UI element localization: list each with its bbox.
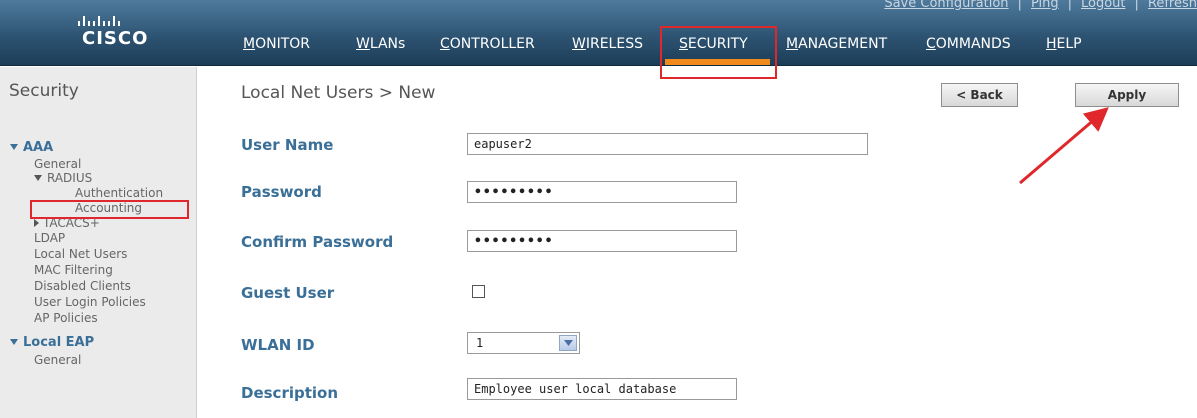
security-tab-highlight-box <box>660 26 777 79</box>
description-label: Description <box>241 384 339 402</box>
wlan-id-selected-value: 1 <box>476 336 484 350</box>
ping-link[interactable]: Ping <box>1031 0 1059 11</box>
local-net-users-highlight-box <box>30 200 189 219</box>
sidebar-item-label: Local EAP <box>23 335 95 350</box>
sidebar-item-disabled-clients[interactable]: Disabled Clients <box>34 279 131 293</box>
nav-commands[interactable]: COMMANDS <box>926 36 1011 52</box>
nav-wireless[interactable]: WIRELESS <box>572 36 643 52</box>
description-input[interactable]: Employee user local database <box>467 378 737 400</box>
page-title: Local Net Users > New <box>241 83 436 103</box>
sidebar-item-local-eap[interactable]: Local EAP <box>10 335 94 350</box>
sidebar-item-aaa[interactable]: AAA <box>10 140 53 155</box>
nav-controller[interactable]: CONTROLLER <box>440 36 535 52</box>
nav-monitor[interactable]: MONITOR <box>243 36 310 52</box>
red-pointer-arrow-icon <box>1019 107 1109 185</box>
confirm-password-input[interactable]: ••••••••• <box>467 230 737 252</box>
nav-help[interactable]: HELP <box>1046 36 1082 52</box>
sidebar: Security AAA General RADIUS Authenticati… <box>0 67 197 418</box>
nav-wlans[interactable]: WLANs <box>356 36 405 52</box>
sidebar-item-ldap[interactable]: LDAP <box>34 231 65 245</box>
sidebar-item-mac-filtering[interactable]: MAC Filtering <box>34 263 113 277</box>
save-configuration-link[interactable]: Save Configuration <box>884 0 1008 11</box>
sidebar-item-eap-general[interactable]: General <box>34 353 81 367</box>
sidebar-item-authentication[interactable]: Authentication <box>75 186 163 200</box>
logout-link[interactable]: Logout <box>1081 0 1126 11</box>
expand-triangle-icon <box>34 175 42 181</box>
refresh-link[interactable]: Refresh <box>1148 0 1197 11</box>
user-name-label: User Name <box>241 136 334 154</box>
sidebar-item-radius[interactable]: RADIUS <box>34 171 92 185</box>
top-header-bar: CISCO Save Configuration | Ping | Logout | Ref… <box>0 0 1197 66</box>
expand-triangle-icon <box>10 144 18 150</box>
chevron-down-icon[interactable] <box>559 335 577 351</box>
guest-user-label: Guest User <box>241 284 335 302</box>
password-input[interactable]: ••••••••• <box>467 181 737 203</box>
sidebar-item-label: RADIUS <box>47 171 93 185</box>
sidebar-title: Security <box>9 81 79 101</box>
apply-button[interactable]: Apply <box>1075 83 1179 107</box>
sidebar-item-ap-policies[interactable]: AP Policies <box>34 311 98 325</box>
guest-user-checkbox[interactable] <box>472 285 485 298</box>
sidebar-item-local-net-users[interactable]: Local Net Users <box>34 247 127 261</box>
cisco-logo-text: CISCO <box>82 28 149 49</box>
back-button[interactable]: < Back <box>941 83 1018 107</box>
cisco-logo: CISCO <box>70 6 180 56</box>
user-name-input[interactable]: eapuser2 <box>467 133 868 155</box>
collapsed-triangle-icon <box>34 219 39 227</box>
sidebar-item-user-login-policies[interactable]: User Login Policies <box>34 295 146 309</box>
password-label: Password <box>241 183 322 201</box>
expand-triangle-icon <box>10 339 18 345</box>
wlan-id-select[interactable]: 1 <box>467 332 580 354</box>
sidebar-item-label: AAA <box>23 140 54 155</box>
top-links: Save Configuration | Ping | Logout | Refresh <box>884 0 1197 11</box>
confirm-password-label: Confirm Password <box>241 233 394 251</box>
sidebar-item-general[interactable]: General <box>34 157 81 171</box>
cisco-bars-icon <box>78 8 120 26</box>
wlan-id-label: WLAN ID <box>241 336 315 354</box>
nav-management[interactable]: MANAGEMENT <box>786 36 887 52</box>
